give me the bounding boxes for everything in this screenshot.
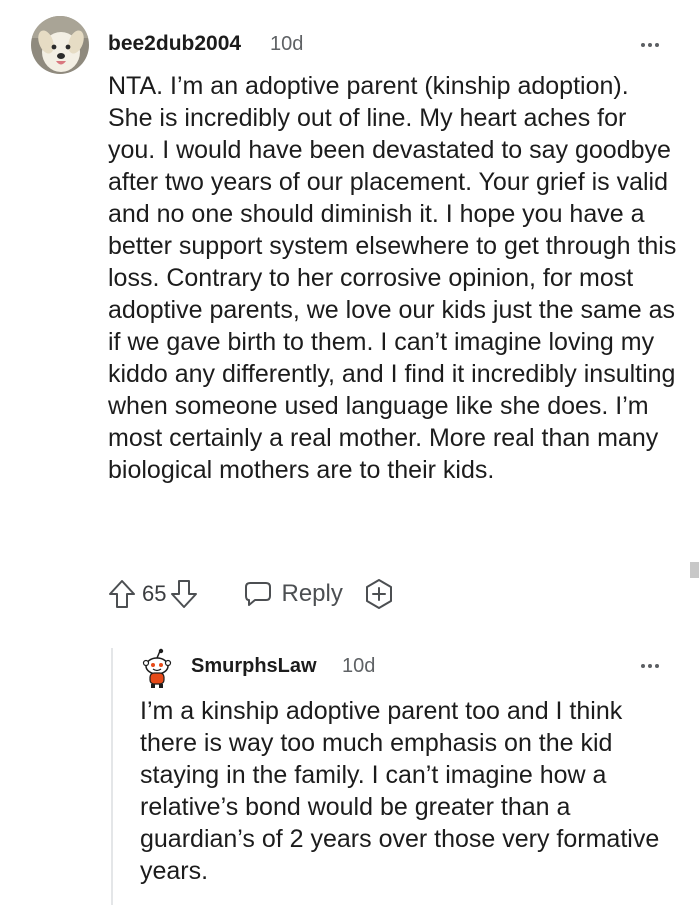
comment-timestamp: 10d <box>270 33 304 55</box>
more-options-icon[interactable] <box>641 43 659 47</box>
chat-bubble-icon <box>243 580 273 608</box>
reply-label: Reply <box>281 580 343 607</box>
dog-avatar-icon <box>31 16 89 74</box>
reply-username[interactable]: SmurphsLaw <box>191 655 317 678</box>
award-plus-icon[interactable] <box>363 578 395 610</box>
reply-avatar[interactable] <box>138 648 176 690</box>
thread-line[interactable] <box>111 648 113 905</box>
comment-body: NTA. I’m an adoptive parent (kinship ado… <box>108 72 677 484</box>
scrollbar-thumb[interactable] <box>690 562 699 578</box>
reply-button[interactable]: Reply <box>243 580 343 608</box>
snoo-avatar-icon <box>142 648 172 688</box>
reply-body: I’m a kinship adoptive parent too and I … <box>140 697 660 885</box>
user-avatar[interactable] <box>31 16 89 74</box>
reply-more-options-icon[interactable] <box>641 664 659 668</box>
comment-actions: 65 Reply <box>108 574 395 614</box>
comment-username[interactable]: bee2dub2004 <box>108 32 241 56</box>
arrow-up-icon[interactable] <box>108 579 136 609</box>
reply-timestamp: 10d <box>342 655 376 677</box>
vote-score: 65 <box>142 581 167 606</box>
arrow-down-icon[interactable] <box>170 579 198 609</box>
